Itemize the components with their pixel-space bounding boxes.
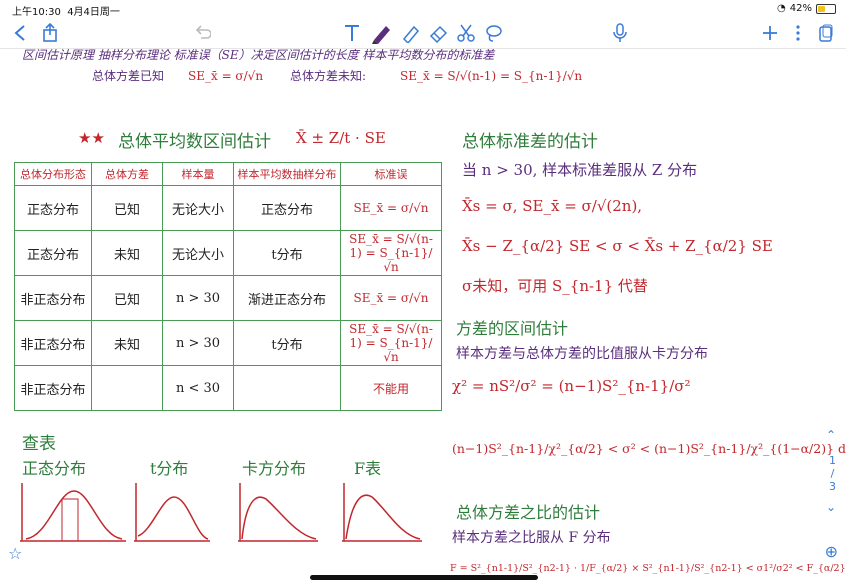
var-line2: χ² = nS²/σ² = (n−1)S²_{n-1}/σ² — [452, 377, 691, 395]
table-cell: t分布 — [233, 320, 341, 366]
heading-principle: 区间估计原理 抽样分布理论 标准误（SE）决定区间估计的长度 样本平均数分布的标… — [22, 49, 495, 62]
table-row: 非正态分布 n < 30 不能用 — [14, 365, 442, 411]
stars-icon: ★★ — [78, 129, 105, 147]
table-cell: 正态分布 — [233, 185, 341, 231]
table-cell: 正态分布 — [14, 230, 92, 276]
chi-square-curve-sketch — [238, 483, 318, 542]
table-cell: 不能用 — [340, 365, 442, 411]
mean-formula: X̄ ± Z/t · SE — [296, 129, 386, 147]
table-cell: n > 30 — [162, 320, 234, 366]
sd-line3: X̄s − Z_{α/2} SE < σ < X̄s + Z_{α/2} SE — [462, 237, 773, 255]
table-cell: SE_x̄ = S/√(n-1) = S_{n-1}/√n — [340, 230, 442, 276]
favorite-star-icon[interactable]: ☆ — [8, 544, 22, 563]
normal-curve-sketch — [20, 483, 126, 542]
lasso-icon[interactable] — [482, 22, 506, 44]
table-header-cell: 总体分布形态 — [14, 162, 92, 186]
table-cell: 未知 — [91, 320, 163, 366]
table-cell: 未知 — [91, 230, 163, 276]
table-header-cell: 样本平均数抽样分布 — [233, 162, 341, 186]
table-cell: 非正态分布 — [14, 320, 92, 366]
table-cell: SE_x̄ = σ/√n — [340, 275, 442, 321]
table-cell: 已知 — [91, 185, 163, 231]
note-canvas[interactable]: 区间估计原理 抽样分布理论 标准误（SE）决定区间估计的长度 样本平均数分布的标… — [0, 49, 846, 588]
status-time: 上午10:30 4月4日周一 — [12, 7, 120, 18]
status-right: ◔ 42% — [777, 3, 836, 14]
home-indicator[interactable] — [310, 575, 538, 580]
pages-icon[interactable] — [816, 22, 836, 44]
table-header-row: 总体分布形态 总体方差 样本量 样本平均数抽样分布 标准误 — [14, 162, 442, 186]
table-cell: n > 30 — [162, 275, 234, 321]
undo-icon[interactable] — [190, 22, 214, 44]
sd-line1: 当 n > 30, 样本标准差服从 Z 分布 — [462, 161, 698, 179]
unknown-variance-label: 总体方差未知: — [290, 69, 367, 83]
more-icon[interactable] — [790, 22, 806, 44]
status-bar: 上午10:30 4月4日周一 ◔ 42% — [0, 0, 846, 18]
table-header-cell: 样本量 — [162, 162, 234, 186]
unknown-variance-formula: SE_x̄ = S/√(n-1) = S_{n-1}/√n — [400, 69, 583, 83]
toolbar — [0, 18, 846, 49]
table-row: 正态分布 已知 无论大小 正态分布 SE_x̄ = σ/√n — [14, 185, 442, 231]
table-cell: 非正态分布 — [14, 365, 92, 411]
sd-line2: X̄s = σ, SE_x̄ = σ/√(2n), — [462, 197, 643, 215]
dist-label-chi: 卡方分布 — [242, 459, 307, 478]
dist-label-normal: 正态分布 — [22, 459, 87, 478]
pen-icon[interactable] — [368, 22, 394, 44]
table-cell: 正态分布 — [14, 185, 92, 231]
table-cell: 渐进正态分布 — [233, 275, 341, 321]
eraser-icon[interactable] — [426, 22, 450, 44]
battery-percent: 42% — [789, 3, 812, 14]
known-variance-formula: SE_x̄ = σ/√n — [188, 69, 264, 83]
table-cell: 无论大小 — [162, 230, 234, 276]
dist-label-f: F表 — [354, 459, 382, 478]
back-icon[interactable] — [10, 22, 30, 44]
table-row: 非正态分布 已知 n > 30 渐进正态分布 SE_x̄ = σ/√n — [14, 275, 442, 321]
known-variance-label: 总体方差已知 — [92, 69, 165, 83]
zoom-icon[interactable]: ⊕ — [825, 542, 838, 561]
table-cell: t分布 — [233, 230, 341, 276]
ratio-line1: 样本方差之比服从 F 分布 — [452, 530, 611, 546]
highlighter-icon[interactable] — [398, 22, 422, 44]
estimation-table: 总体分布形态 总体方差 样本量 样本平均数抽样分布 标准误 正态分布 已知 无论大小 正态分布… — [14, 162, 442, 411]
table-cell: n < 30 — [162, 365, 234, 411]
table-cell: SE_x̄ = σ/√n — [340, 185, 442, 231]
t-curve-sketch — [134, 483, 210, 542]
table-cell — [91, 365, 163, 411]
add-icon[interactable] — [760, 22, 780, 44]
dist-label-t: t分布 — [150, 459, 189, 478]
f-curve-sketch — [342, 483, 422, 542]
mean-title: 总体平均数区间估计 — [118, 132, 271, 152]
table-row: 正态分布 未知 无论大小 t分布 SE_x̄ = S/√(n-1) = S_{n-1}/… — [14, 230, 442, 276]
sd-title: 总体标准差的估计 — [462, 132, 598, 152]
text-icon[interactable] — [340, 22, 364, 44]
lookup-title: 查表 — [22, 434, 56, 454]
table-cell: 无论大小 — [162, 185, 234, 231]
share-icon[interactable] — [38, 22, 62, 44]
table-header-cell: 总体方差 — [91, 162, 163, 186]
wifi-icon: ◔ — [777, 3, 786, 14]
mic-icon[interactable] — [610, 22, 630, 44]
battery-icon — [816, 3, 836, 14]
table-row: 非正态分布 未知 n > 30 t分布 SE_x̄ = S/√(n-1) = S_{n-… — [14, 320, 442, 366]
var-line1: 样本方差与总体方差的比值服从卡方分布 — [456, 346, 708, 362]
table-header-cell: 标准误 — [340, 162, 442, 186]
table-cell: 非正态分布 — [14, 275, 92, 321]
ratio-title: 总体方差之比的估计 — [456, 503, 601, 522]
scissors-icon[interactable] — [454, 22, 478, 44]
page-indicator: 1 / 3 — [829, 454, 836, 493]
table-cell: 已知 — [91, 275, 163, 321]
ratio-line2: F = S²_{n1-1}/S²_{n2-1} · 1/F_{α/2} × S²… — [450, 563, 846, 574]
table-body: 正态分布 已知 无论大小 正态分布 SE_x̄ = σ/√n 正态分布 未知 无论大小 t分布 S… — [14, 185, 442, 411]
var-title: 方差的区间估计 — [456, 319, 569, 338]
var-line3: (n−1)S²_{n-1}/χ²_{α/2} < σ² < (n−1)S²_{n… — [452, 441, 846, 456]
table-cell: SE_x̄ = S/√(n-1) = S_{n-1}/√n — [340, 320, 442, 366]
page-down-icon[interactable]: ⌄ — [826, 500, 836, 514]
table-cell — [233, 365, 341, 411]
sd-line4: σ未知，可用 S_{n-1} 代替 — [462, 277, 648, 295]
page-up-icon[interactable]: ⌃ — [826, 428, 836, 442]
